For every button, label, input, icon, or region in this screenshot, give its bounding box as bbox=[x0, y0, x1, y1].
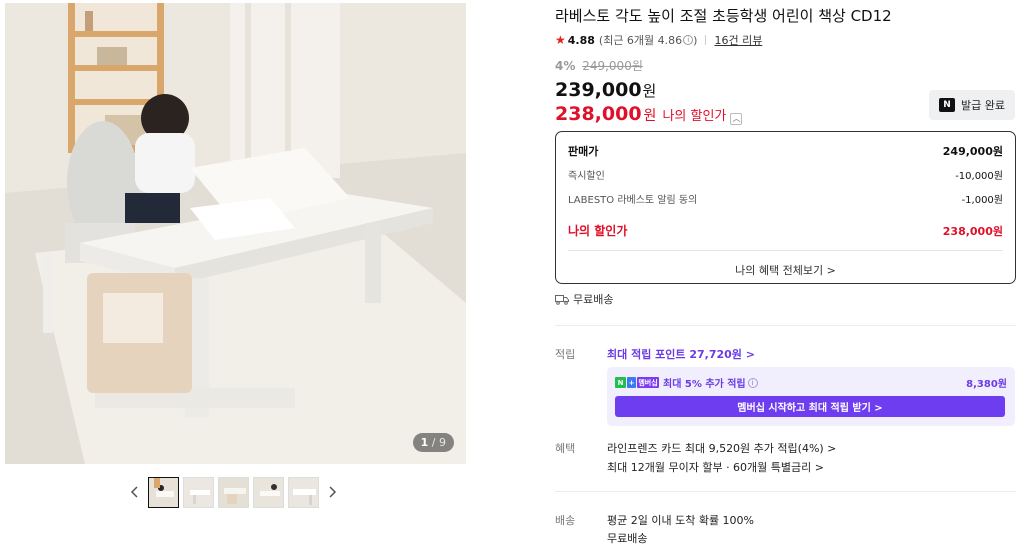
thumbnail-5[interactable] bbox=[288, 476, 319, 508]
my-price-unit: 원 bbox=[643, 108, 657, 124]
divider bbox=[555, 491, 1016, 492]
breakdown-row: 즉시할인 -10,000원 bbox=[568, 167, 1003, 182]
discount-rate: 4% bbox=[555, 59, 576, 73]
thumbnail-2[interactable] bbox=[183, 476, 214, 508]
star-icon: ★ bbox=[555, 33, 566, 47]
membership-text: 최대 5% 추가 적립 bbox=[663, 379, 746, 390]
discount-row: 4% 249,000원 bbox=[555, 57, 643, 74]
breakdown-value: -10,000원 bbox=[955, 171, 1003, 182]
sale-price-unit: 원 bbox=[642, 82, 657, 100]
breakdown-label: 판매가 bbox=[568, 145, 599, 158]
divider bbox=[705, 35, 707, 45]
my-discount-price: 238,000 원 나의 할인가 ︿ bbox=[555, 103, 743, 125]
breakdown-label: 즉시할인 bbox=[568, 171, 605, 182]
benefits-label: 혜택 bbox=[555, 442, 576, 455]
coupon-issued-button[interactable]: N 발급 완료 bbox=[929, 90, 1015, 120]
current-page: 1 bbox=[420, 436, 429, 449]
start-membership-button[interactable]: 멤버십 시작하고 최대 적립 받기 > bbox=[615, 396, 1005, 417]
membership-box: N + 멤버십 최대 5% 추가 적립 i 8,380원 멤버십 시작하고 최대 적… bbox=[607, 367, 1015, 426]
image-page-counter: 1 / 9 bbox=[412, 433, 454, 452]
rating-score: 4.88 bbox=[567, 33, 595, 47]
breakdown-total-row: 나의 할인가 238,000원 bbox=[568, 222, 1003, 239]
recent-rating: (최근 6개월 4.86 bbox=[598, 34, 683, 47]
breakdown-row: 판매가 249,000원 bbox=[568, 143, 1003, 159]
free-shipping: 무료배송 bbox=[555, 291, 613, 307]
chevron-right-icon[interactable] bbox=[323, 477, 341, 507]
my-price-label: 나의 할인가 bbox=[662, 109, 727, 124]
installment-benefit-link[interactable]: 최대 12개월 무이자 할부 · 60개월 특별금리 > bbox=[607, 459, 824, 475]
view-all-benefits-link[interactable]: 나의 혜택 전체보기 > bbox=[568, 262, 1003, 278]
breakdown-total-label: 나의 할인가 bbox=[568, 224, 628, 238]
info-icon[interactable]: i bbox=[747, 377, 758, 388]
divider bbox=[568, 250, 1003, 251]
truck-icon bbox=[555, 294, 569, 305]
max-point-link[interactable]: 최대 적립 포인트 27,720원 > bbox=[607, 346, 755, 362]
main-product-image[interactable]: 1 / 9 bbox=[5, 3, 466, 464]
thumbnail-strip bbox=[126, 476, 341, 508]
breakdown-value: 249,000원 bbox=[942, 145, 1003, 158]
total-pages: / 9 bbox=[431, 436, 446, 449]
product-title: 라베스토 각도 높이 조절 초등학생 어린이 책상 CD12 bbox=[555, 7, 892, 25]
thumbnail-3[interactable] bbox=[218, 476, 249, 508]
review-count-link[interactable]: 16건 리뷰 bbox=[714, 32, 762, 48]
chevron-left-icon[interactable] bbox=[126, 477, 144, 507]
free-shipping-label: 무료배송 bbox=[573, 293, 614, 306]
delivery-label: 배송 bbox=[555, 514, 576, 527]
breakdown-label: LABESTO 라베스토 알림 동의 bbox=[568, 195, 698, 206]
delivery-probability: 평균 2일 이내 도착 확률 100% bbox=[607, 514, 755, 527]
breakdown-row: LABESTO 라베스토 알림 동의 -1,000원 bbox=[568, 191, 1003, 206]
chevron-up-icon[interactable]: ︿ bbox=[730, 113, 743, 125]
naver-coupon-icon: N bbox=[939, 98, 955, 112]
thumbnail-4[interactable] bbox=[253, 476, 284, 508]
my-price-number: 238,000 bbox=[555, 103, 642, 125]
rating-row: ★ 4.88 (최근 6개월 4.86 i ) 16건 리뷰 bbox=[555, 32, 762, 48]
info-icon[interactable]: i bbox=[683, 35, 694, 45]
sale-price-number: 239,000 bbox=[555, 79, 642, 101]
recent-rating-close: ) bbox=[693, 33, 698, 47]
membership-amount: 8,380원 bbox=[966, 379, 1007, 390]
sale-price: 239,000원 bbox=[555, 79, 656, 101]
card-benefit-link[interactable]: 라인프렌즈 카드 최대 9,520원 추가 적립(4%) > bbox=[607, 440, 836, 456]
original-price: 249,000원 bbox=[582, 59, 643, 73]
divider bbox=[555, 325, 1016, 326]
breakdown-total-value: 238,000원 bbox=[942, 224, 1003, 238]
naver-plus-membership-icon: N + 멤버십 bbox=[615, 377, 659, 388]
breakdown-value: -1,000원 bbox=[961, 195, 1003, 206]
thumbnail-1[interactable] bbox=[148, 476, 179, 508]
delivery-free: 무료배송 bbox=[607, 532, 648, 544]
coupon-button-label: 발급 완료 bbox=[961, 99, 1005, 112]
membership-row: N + 멤버십 최대 5% 추가 적립 i 8,380원 bbox=[615, 375, 1007, 390]
price-breakdown-box: 판매가 249,000원 즉시할인 -10,000원 LABESTO 라베스토 … bbox=[555, 131, 1016, 284]
points-label: 적립 bbox=[555, 348, 576, 361]
